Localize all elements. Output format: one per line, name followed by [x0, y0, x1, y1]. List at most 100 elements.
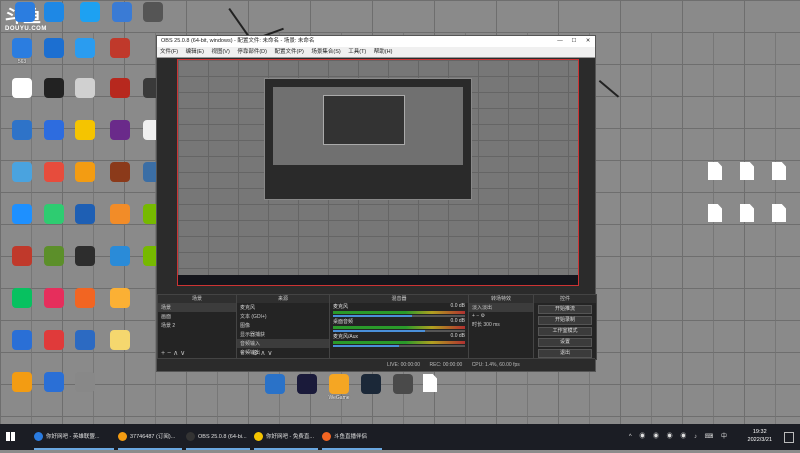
volume-slider[interactable] — [333, 345, 465, 347]
desktop-icon[interactable] — [68, 78, 102, 99]
menu-docks[interactable]: 停靠部件(D) — [237, 49, 267, 55]
desktop-file[interactable] — [702, 162, 728, 182]
source-item[interactable]: 文本 (GDI+) — [237, 312, 329, 321]
desktop-icon[interactable] — [386, 374, 420, 395]
desktop-icon[interactable] — [37, 2, 71, 23]
desktop-icon[interactable] — [5, 330, 39, 351]
menu-file[interactable]: 文件(F) — [160, 49, 178, 55]
desktop-icon[interactable] — [354, 374, 388, 395]
taskbar-app[interactable]: OBS 25.0.8 (64-bi... — [186, 424, 250, 450]
menu-edit[interactable]: 编辑(E) — [186, 49, 204, 55]
desktop-file[interactable] — [702, 204, 728, 224]
source-item[interactable]: 音频输入 — [237, 339, 329, 348]
desktop-file[interactable] — [734, 162, 760, 182]
settings-button[interactable]: 设置 — [538, 338, 592, 347]
notification-icon[interactable] — [784, 432, 794, 443]
desktop-icon[interactable] — [68, 288, 102, 309]
desktop-icon[interactable] — [5, 204, 39, 225]
move-up-button[interactable]: ∧ — [260, 350, 265, 357]
desktop-icon[interactable] — [258, 374, 292, 395]
system-tray[interactable]: ^ ◉ ◉ ◉ ◉ ♪ ⌨ 中 — [629, 424, 730, 450]
desktop-icon[interactable] — [5, 162, 39, 183]
desktop-icon[interactable] — [37, 204, 71, 225]
add-scene-button[interactable]: + — [161, 350, 165, 357]
scene-item[interactable]: 场景 — [158, 303, 236, 312]
desktop-icon[interactable] — [37, 162, 71, 183]
desktop-icon[interactable] — [37, 288, 71, 309]
desktop-icon[interactable] — [37, 120, 71, 141]
start-recording-button[interactable]: 开始录制 — [538, 316, 592, 325]
desktop-file[interactable] — [766, 162, 792, 182]
add-transition-button[interactable]: + — [472, 313, 475, 319]
remove-source-button[interactable]: − — [246, 350, 250, 357]
studio-mode-button[interactable]: 工作室模式 — [538, 327, 592, 336]
desktop-icon[interactable] — [68, 330, 102, 351]
taskbar-app[interactable]: 37746487 (订阅)... — [118, 424, 182, 450]
desktop-icon[interactable] — [5, 246, 39, 267]
desktop-icon[interactable] — [103, 120, 137, 141]
desktop-icon[interactable] — [73, 2, 107, 23]
menu-profile[interactable]: 配置文件(P) — [274, 49, 303, 55]
remove-transition-button[interactable]: − — [476, 313, 479, 319]
obs-window[interactable]: OBS 25.0.8 (64-bit, windows) - 配置文件: 未命名… — [156, 35, 597, 372]
close-button[interactable]: ✕ — [581, 36, 595, 47]
taskbar-app[interactable]: 你好网吧 - 英雄联盟... — [34, 424, 114, 450]
desktop-icon[interactable] — [37, 372, 71, 393]
exit-button[interactable]: 退出 — [538, 349, 592, 358]
taskbar-clock[interactable]: 19:32 2022/3/21 — [748, 428, 772, 444]
obs-preview[interactable] — [177, 59, 579, 286]
desktop-icon[interactable] — [136, 2, 170, 23]
desktop-icon[interactable] — [105, 2, 139, 23]
remove-scene-button[interactable]: − — [167, 350, 171, 357]
desktop-icon[interactable] — [68, 246, 102, 267]
desktop-icon[interactable] — [68, 204, 102, 225]
transition-gear-icon[interactable]: ⚙ — [481, 313, 485, 319]
menu-scene-collection[interactable]: 场景集合(S) — [311, 49, 340, 55]
desktop-icon[interactable] — [103, 330, 137, 351]
desktop-icon[interactable]: WeGame — [322, 374, 356, 401]
move-down-button[interactable]: ∨ — [180, 350, 185, 357]
add-source-button[interactable]: + — [240, 350, 244, 357]
volume-slider[interactable] — [333, 330, 465, 332]
menu-view[interactable]: 视图(V) — [211, 49, 229, 55]
move-down-button[interactable]: ∨ — [267, 350, 272, 357]
desktop-file[interactable] — [734, 204, 760, 224]
desktop-icon[interactable] — [37, 38, 71, 59]
desktop-icon[interactable] — [290, 374, 324, 395]
source-item[interactable]: 显示器捕获 — [237, 330, 329, 339]
scene-item[interactable]: 场景 2 — [158, 321, 236, 330]
desktop-icon[interactable] — [68, 120, 102, 141]
desktop-icon[interactable] — [37, 246, 71, 267]
desktop-file[interactable] — [766, 204, 792, 224]
source-item[interactable]: 麦克风 — [237, 303, 329, 312]
transition-select[interactable]: 淡入淡出 — [469, 303, 533, 312]
desktop-icon[interactable] — [5, 78, 39, 99]
desktop-icon[interactable]: 563 — [5, 38, 39, 65]
menu-help[interactable]: 帮助(H) — [374, 49, 393, 55]
start-streaming-button[interactable]: 开始推流 — [538, 305, 592, 314]
volume-slider[interactable] — [333, 315, 465, 317]
menu-tools[interactable]: 工具(T) — [348, 49, 366, 55]
taskbar-app[interactable]: 你好网吧 - 免费直... — [254, 424, 318, 450]
desktop-icon[interactable] — [37, 78, 71, 99]
start-button[interactable] — [6, 424, 15, 450]
desktop-icon[interactable] — [103, 78, 137, 99]
maximize-button[interactable]: ☐ — [567, 36, 581, 47]
duration-input[interactable]: 300 ms — [483, 322, 499, 328]
desktop-icon[interactable] — [103, 38, 137, 59]
desktop-file[interactable] — [417, 374, 443, 394]
desktop-icon[interactable] — [68, 162, 102, 183]
desktop-icon[interactable] — [37, 330, 71, 351]
desktop-icon[interactable] — [103, 246, 137, 267]
desktop-icon[interactable] — [5, 372, 39, 393]
obs-title-bar[interactable]: OBS 25.0.8 (64-bit, windows) - 配置文件: 未命名… — [157, 36, 595, 47]
desktop-icon[interactable] — [5, 120, 39, 141]
source-item[interactable]: 图像 — [237, 321, 329, 330]
desktop-icon[interactable] — [103, 288, 137, 309]
source-settings-gear-icon[interactable]: ⚙ — [252, 350, 258, 357]
desktop-icon[interactable] — [103, 204, 137, 225]
move-up-button[interactable]: ∧ — [173, 350, 178, 357]
desktop-icon[interactable] — [103, 162, 137, 183]
desktop-icon[interactable] — [68, 38, 102, 59]
taskbar-app[interactable]: 斗鱼直播伴侣 — [322, 424, 382, 450]
